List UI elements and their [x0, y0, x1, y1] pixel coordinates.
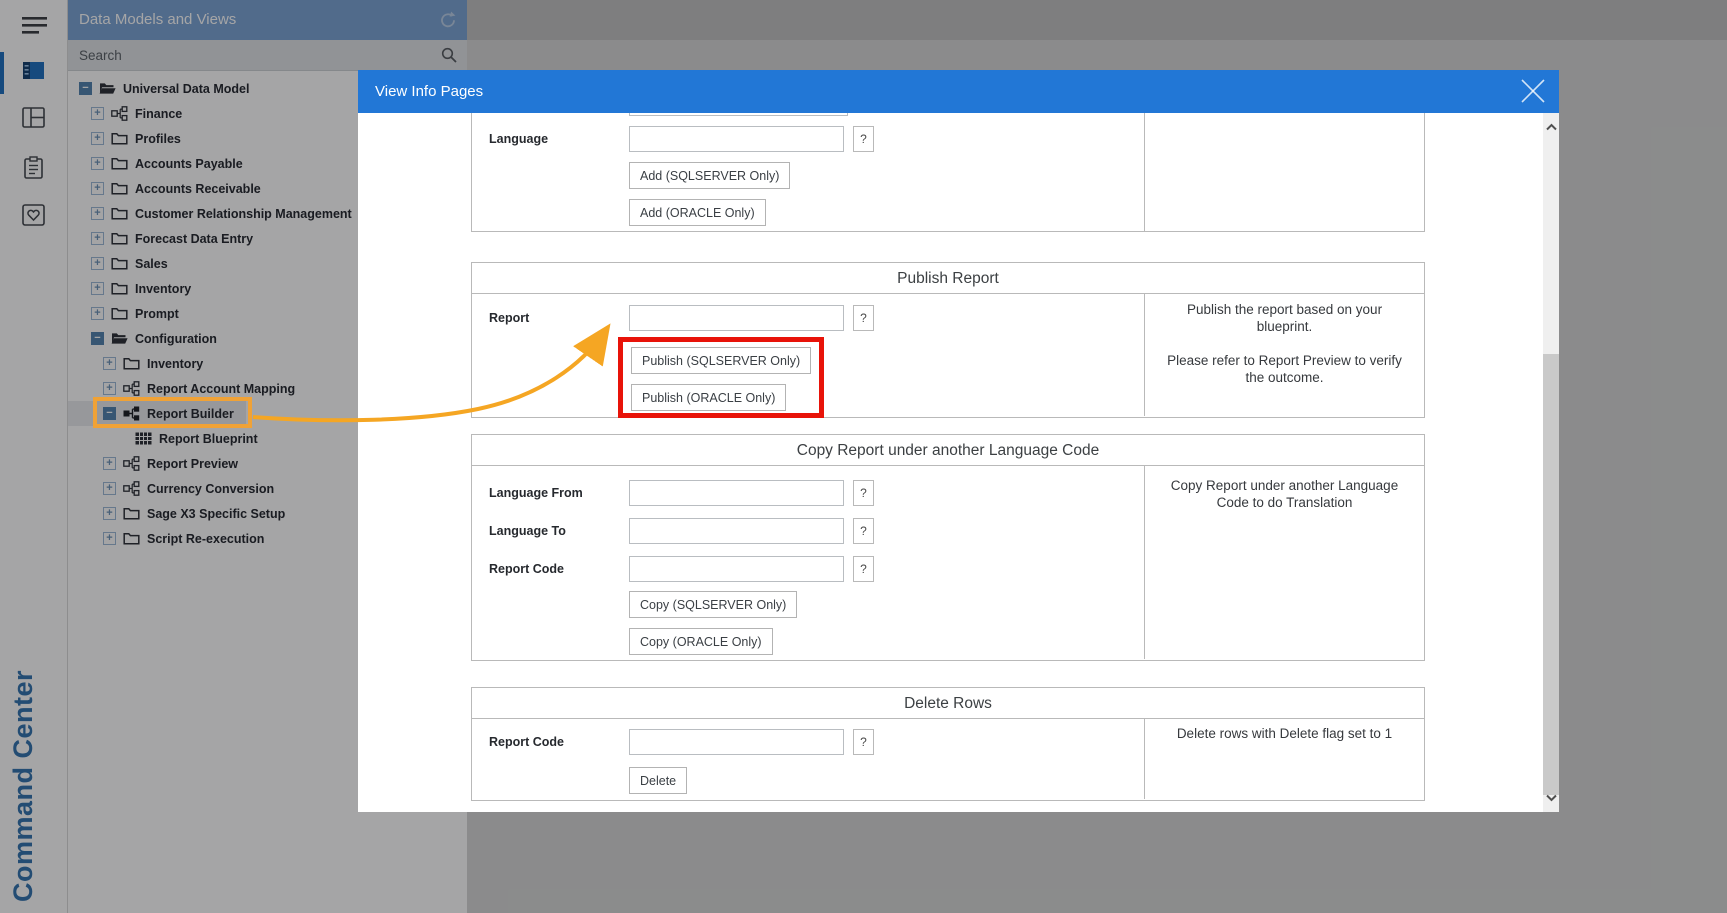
description-line: Copy Report under another Language — [1145, 477, 1424, 494]
publish-oracle-only-button[interactable]: Publish (ORACLE Only) — [631, 384, 786, 411]
section-title: Copy Report under another Language Code — [472, 435, 1424, 466]
section-title: Publish Report — [472, 263, 1424, 294]
copy-report-language-to-input[interactable] — [629, 518, 844, 544]
help-button[interactable]: ? — [853, 518, 874, 544]
copy-oracle-only-button[interactable]: Copy (ORACLE Only) — [629, 628, 773, 655]
close-icon[interactable] — [1520, 78, 1546, 104]
modal-content: Language? Add (SQLSERVER Only) Add (ORACLE… — [471, 113, 1425, 801]
section-description: Copy Report under another LanguageCode t… — [1144, 466, 1424, 659]
field-label: Language — [489, 132, 629, 146]
publish-sqlserver-only-button[interactable]: Publish (SQLSERVER Only) — [631, 347, 811, 374]
field-label: Report Code — [489, 735, 629, 749]
chevron-down-icon[interactable] — [1546, 789, 1557, 807]
annotation-red-box: Publish (SQLSERVER Only) Publish (ORACLE … — [618, 337, 824, 418]
add-language-language-input[interactable] — [629, 126, 844, 152]
description-line: Publish the report based on your — [1145, 301, 1424, 318]
description-line: Delete rows with Delete flag set to 1 — [1145, 725, 1424, 742]
chevron-up-icon[interactable] — [1546, 118, 1557, 136]
publish-report-report-input[interactable] — [629, 305, 844, 331]
dialog-title: View Info Pages — [358, 83, 483, 100]
delete-rows-report-code-input[interactable] — [629, 729, 844, 755]
section-delete-rows: Delete Rows Report Code? Delete Delete rows… — [471, 687, 1425, 801]
field-label: Language To — [489, 524, 629, 538]
section-description: Publish the report based on yourblueprin… — [1144, 294, 1424, 416]
section-title: Delete Rows — [472, 688, 1424, 719]
field-label: Report — [489, 311, 629, 325]
dialog-header: View Info Pages — [358, 70, 1559, 113]
delete-button[interactable]: Delete — [629, 767, 687, 794]
field-label: Language From — [489, 486, 629, 500]
description-line: blueprint. — [1145, 318, 1424, 335]
help-button[interactable]: ? — [853, 126, 874, 152]
section-description — [1144, 113, 1424, 231]
copy-report-language-from-input[interactable] — [629, 480, 844, 506]
scrollbar-thumb[interactable] — [1543, 354, 1559, 795]
help-button[interactable]: ? — [853, 556, 874, 582]
copy-report-report-code-input[interactable] — [629, 556, 844, 582]
description-line: the outcome. — [1145, 369, 1424, 386]
add-oracle-only-button[interactable]: Add (ORACLE Only) — [629, 199, 766, 226]
section-copy-report: Copy Report under another Language Code L… — [471, 434, 1425, 661]
view-info-pages-dialog: View Info Pages Language? Add (SQLSERVER … — [358, 70, 1559, 812]
help-button[interactable]: ? — [853, 480, 874, 506]
dialog-body: Language? Add (SQLSERVER Only) Add (ORACLE… — [358, 113, 1559, 812]
dialog-scrollbar[interactable] — [1543, 113, 1559, 812]
help-button[interactable]: ? — [853, 305, 874, 331]
description-line — [1145, 335, 1424, 352]
section-description: Delete rows with Delete flag set to 1 — [1144, 719, 1424, 799]
copy-sqlserver-only-button[interactable]: Copy (SQLSERVER Only) — [629, 591, 797, 618]
description-line: Code to do Translation — [1145, 494, 1424, 511]
section-publish-report: Publish Report Report? Publish (SQLSERVER … — [471, 262, 1425, 418]
help-button[interactable]: ? — [853, 729, 874, 755]
add-sqlserver-only-button[interactable]: Add (SQLSERVER Only) — [629, 162, 790, 189]
cropped-input[interactable] — [629, 113, 848, 116]
section-add-language: Language? Add (SQLSERVER Only) Add (ORACLE… — [471, 113, 1425, 232]
description-line: Please refer to Report Preview to verify — [1145, 352, 1424, 369]
field-label: Report Code — [489, 562, 629, 576]
